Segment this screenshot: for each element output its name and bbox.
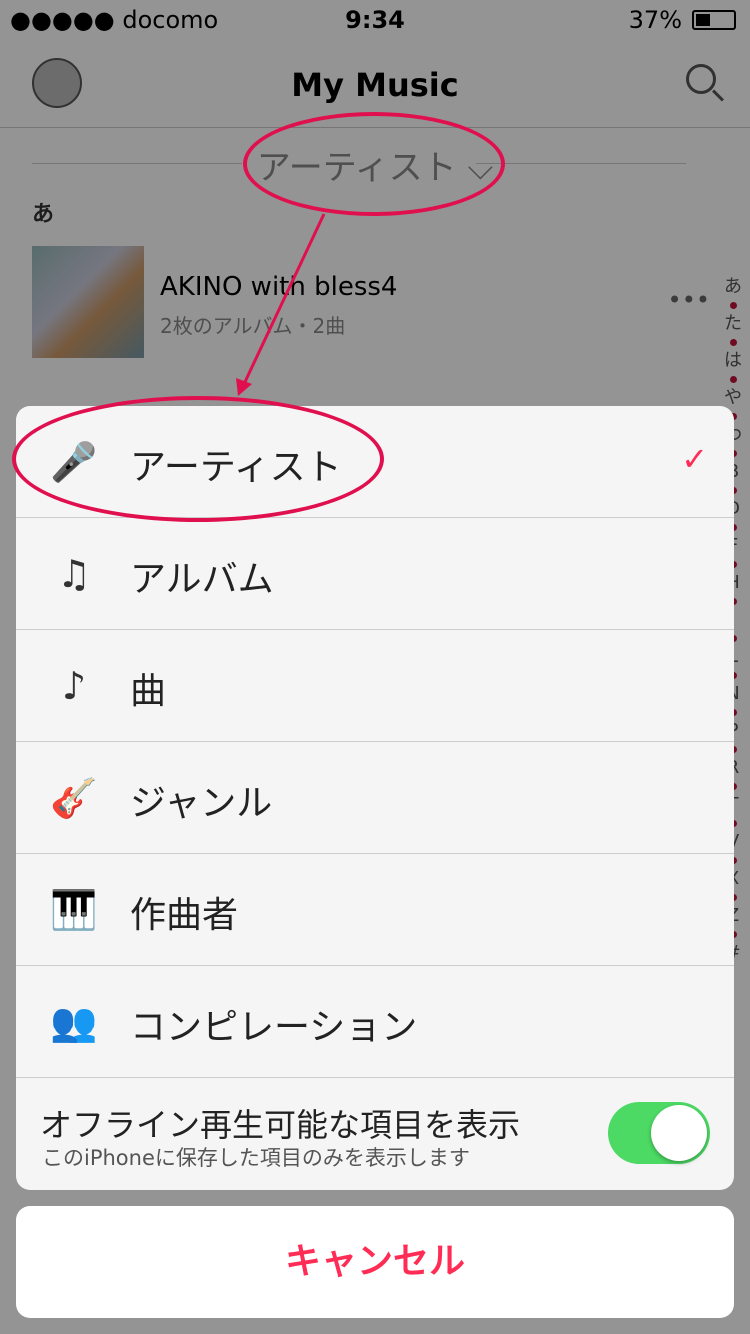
annotation-arrow: [236, 213, 326, 396]
